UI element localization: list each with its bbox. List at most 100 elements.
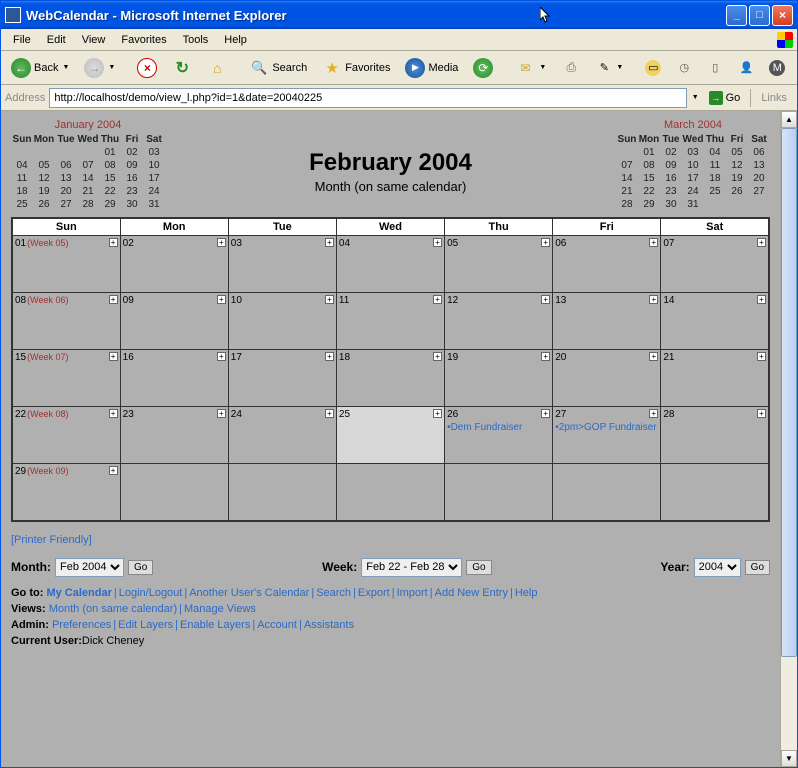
new-entry-icon[interactable]: + xyxy=(433,238,442,247)
menu-tools[interactable]: Tools xyxy=(175,32,217,48)
grid-day-cell[interactable]: 14+ xyxy=(661,293,769,350)
refresh-button[interactable]: ↻ xyxy=(166,54,198,82)
minical-day[interactable]: 01 xyxy=(99,146,121,159)
footer-link[interactable]: My Calendar xyxy=(46,587,111,599)
minical-day[interactable]: 25 xyxy=(11,198,33,211)
minical-day[interactable]: 10 xyxy=(143,159,165,172)
new-entry-icon[interactable]: + xyxy=(649,238,658,247)
minical-day[interactable]: 31 xyxy=(143,198,165,211)
footer-link[interactable]: Month (on same calendar) xyxy=(49,603,177,615)
grid-day-cell[interactable]: 19+ xyxy=(445,350,553,407)
week-select[interactable]: Feb 22 - Feb 28 xyxy=(361,558,462,577)
new-entry-icon[interactable]: + xyxy=(541,238,550,247)
grid-day-cell[interactable]: 26+•Dem Fundraiser xyxy=(445,407,553,464)
minical-day[interactable]: 12 xyxy=(726,159,748,172)
minical-day[interactable]: 15 xyxy=(99,172,121,185)
minical-day[interactable]: 23 xyxy=(121,185,143,198)
minical-day[interactable]: 13 xyxy=(748,159,770,172)
menu-view[interactable]: View xyxy=(74,32,114,48)
scrollbar-vertical[interactable]: ▲ ▼ xyxy=(780,111,797,767)
grid-day-cell[interactable]: 10+ xyxy=(228,293,336,350)
new-entry-icon[interactable]: + xyxy=(109,352,118,361)
new-entry-icon[interactable]: + xyxy=(649,295,658,304)
minical-day[interactable]: 09 xyxy=(121,159,143,172)
minical-day[interactable]: 12 xyxy=(33,172,55,185)
week-label[interactable]: (Week 07) xyxy=(27,352,68,362)
grid-day-cell[interactable]: 15(Week 07)+ xyxy=(12,350,120,407)
grid-day-cell[interactable]: 29(Week 09)+ xyxy=(12,464,120,521)
new-entry-icon[interactable]: + xyxy=(433,295,442,304)
minical-day[interactable]: 26 xyxy=(33,198,55,211)
grid-day-cell[interactable]: 09+ xyxy=(120,293,228,350)
minical-day[interactable]: 03 xyxy=(143,146,165,159)
grid-day-cell[interactable]: 25+ xyxy=(336,407,444,464)
minical-day[interactable]: 21 xyxy=(616,185,638,198)
minical-day[interactable]: 02 xyxy=(660,146,682,159)
new-entry-icon[interactable]: + xyxy=(433,352,442,361)
close-button[interactable]: × xyxy=(772,5,793,26)
back-button[interactable]: ←Back▼ xyxy=(5,54,75,82)
minical-day[interactable]: 26 xyxy=(726,185,748,198)
scroll-thumb[interactable] xyxy=(781,128,797,657)
grid-day-cell[interactable]: 28+ xyxy=(661,407,769,464)
grid-day-cell[interactable]: 02+ xyxy=(120,236,228,293)
grid-day-cell[interactable]: 08(Week 06)+ xyxy=(12,293,120,350)
minical-day[interactable]: 14 xyxy=(77,172,99,185)
grid-day-cell[interactable]: 17+ xyxy=(228,350,336,407)
grid-day-cell[interactable]: 20+ xyxy=(553,350,661,407)
grid-day-cell[interactable]: 27+•2pm>GOP Fundraiser xyxy=(553,407,661,464)
go-button[interactable]: →Go xyxy=(703,89,747,107)
minical-day[interactable]: 24 xyxy=(682,185,704,198)
minical-day[interactable]: 30 xyxy=(121,198,143,211)
mail-button[interactable]: ✉▼ xyxy=(509,54,552,82)
footer-link[interactable]: Enable Layers xyxy=(180,619,250,631)
minical-day[interactable]: 05 xyxy=(726,146,748,159)
address-dropdown-icon[interactable]: ▼ xyxy=(692,94,699,101)
new-entry-icon[interactable]: + xyxy=(325,238,334,247)
footer-link[interactable]: Help xyxy=(515,587,538,599)
grid-day-cell[interactable]: 22(Week 08)+ xyxy=(12,407,120,464)
minical-day[interactable]: 11 xyxy=(704,159,726,172)
new-entry-icon[interactable]: + xyxy=(649,409,658,418)
footer-link[interactable]: Account xyxy=(257,619,297,631)
stop-button[interactable]: × xyxy=(131,54,163,82)
footer-link[interactable]: Add New Entry xyxy=(435,587,508,599)
grid-day-cell[interactable]: 18+ xyxy=(336,350,444,407)
edit-button[interactable]: ✎▼ xyxy=(590,56,629,80)
grid-day-cell[interactable]: 11+ xyxy=(336,293,444,350)
grid-day-cell[interactable]: 13+ xyxy=(553,293,661,350)
menu-edit[interactable]: Edit xyxy=(39,32,74,48)
minical-day[interactable]: 31 xyxy=(682,198,704,211)
minical-day[interactable]: 27 xyxy=(748,185,770,198)
grid-day-cell[interactable]: 12+ xyxy=(445,293,553,350)
minical-day[interactable]: 19 xyxy=(33,185,55,198)
minical-day[interactable]: 07 xyxy=(616,159,638,172)
footer-link[interactable]: Manage Views xyxy=(184,603,256,615)
extra-button-4[interactable]: 👤 xyxy=(732,56,760,80)
new-entry-icon[interactable]: + xyxy=(757,352,766,361)
printer-friendly-link[interactable]: [Printer Friendly] xyxy=(11,534,770,546)
minical-day[interactable]: 30 xyxy=(660,198,682,211)
extra-button-2[interactable]: ◷ xyxy=(670,56,698,80)
menu-help[interactable]: Help xyxy=(216,32,255,48)
minical-day[interactable]: 07 xyxy=(77,159,99,172)
week-go-button[interactable]: Go xyxy=(466,560,491,575)
minical-day[interactable]: 27 xyxy=(55,198,77,211)
favorites-button[interactable]: ★Favorites xyxy=(316,54,396,82)
footer-link[interactable]: Import xyxy=(397,587,428,599)
minical-day[interactable]: 19 xyxy=(726,172,748,185)
new-entry-icon[interactable]: + xyxy=(109,295,118,304)
scroll-up-icon[interactable]: ▲ xyxy=(781,111,797,128)
new-entry-icon[interactable]: + xyxy=(541,295,550,304)
minical-day[interactable]: 06 xyxy=(55,159,77,172)
minical-day[interactable]: 22 xyxy=(99,185,121,198)
minical-day[interactable]: 13 xyxy=(55,172,77,185)
minimize-button[interactable]: _ xyxy=(726,5,747,26)
minical-day[interactable]: 24 xyxy=(143,185,165,198)
new-entry-icon[interactable]: + xyxy=(325,409,334,418)
extra-button-1[interactable]: ▭ xyxy=(639,56,667,80)
minical-day[interactable]: 09 xyxy=(660,159,682,172)
minical-day[interactable]: 25 xyxy=(704,185,726,198)
new-entry-icon[interactable]: + xyxy=(109,409,118,418)
footer-link[interactable]: Export xyxy=(358,587,390,599)
